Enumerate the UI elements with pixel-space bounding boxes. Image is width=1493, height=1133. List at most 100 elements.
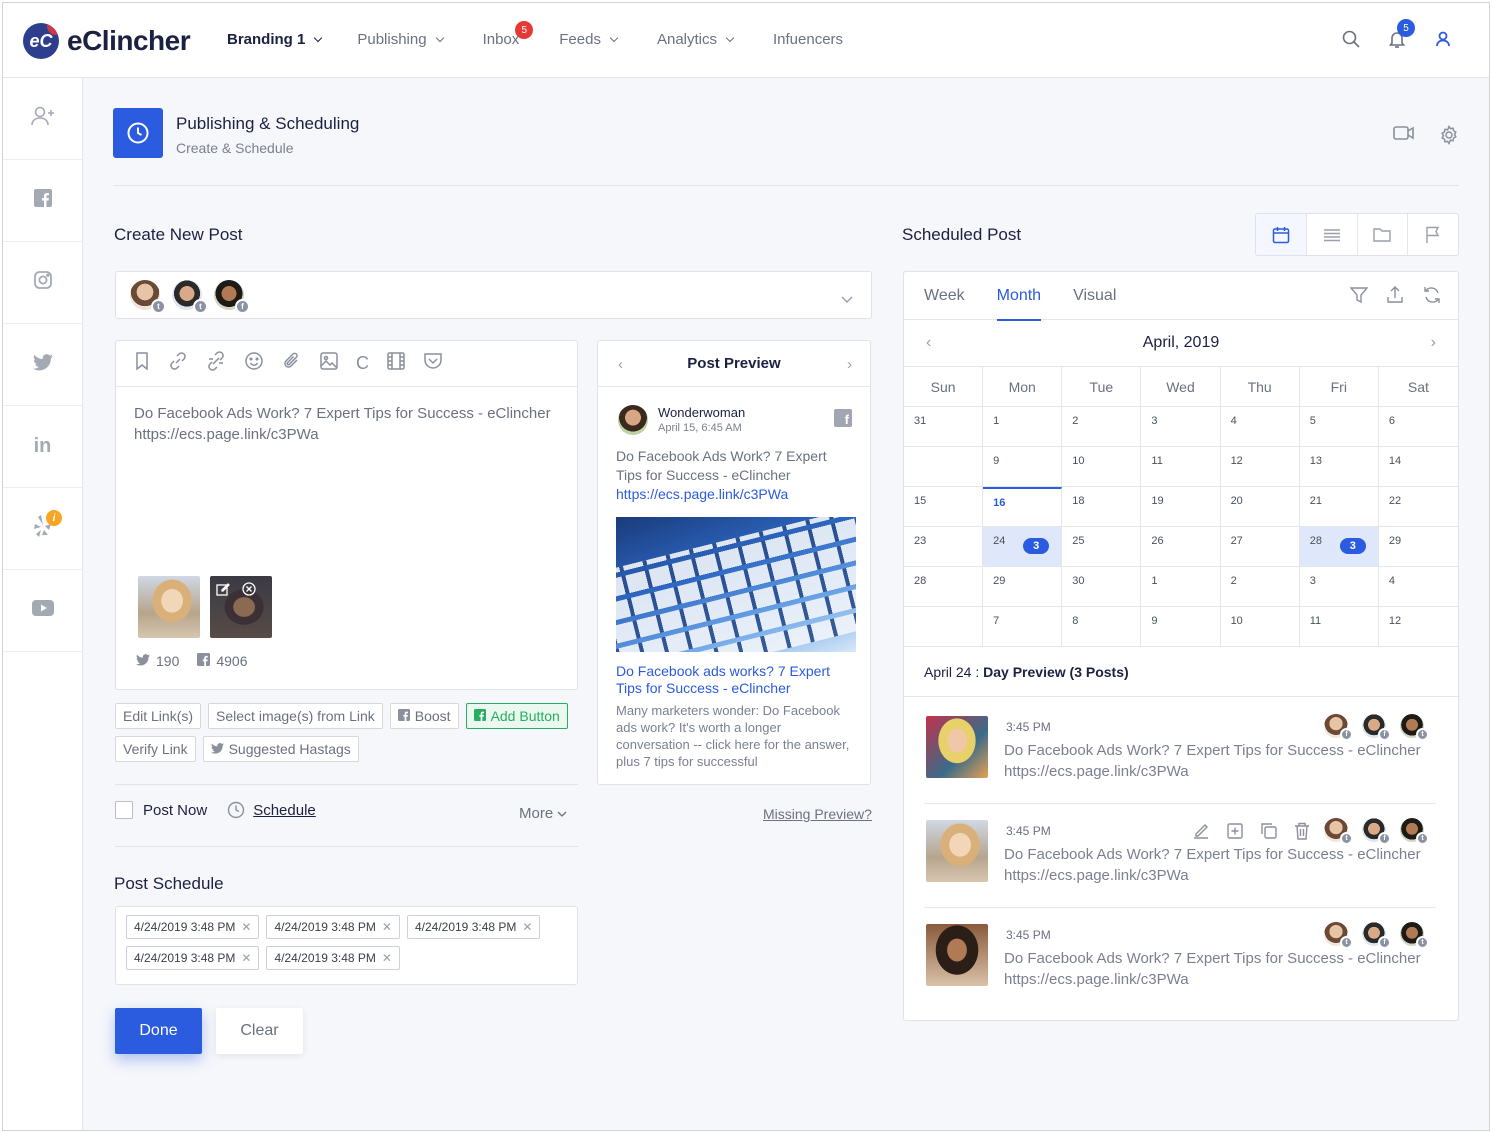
scheduled-post-item[interactable]: 3:45 PM Do Facebook Ads Work? 7 Expert Ti… <box>924 804 1436 908</box>
close-icon[interactable]: ✕ <box>241 920 251 934</box>
select-images-button[interactable]: Select image(s) from Link <box>208 703 383 729</box>
sidebar-twitter[interactable] <box>3 324 82 406</box>
sidebar-add-user[interactable] <box>3 78 82 160</box>
gif-film-icon[interactable] <box>387 352 405 375</box>
pocket-icon[interactable] <box>423 352 443 375</box>
avatar[interactable]: t <box>130 280 166 314</box>
calendar-day[interactable]: 15 <box>904 487 984 527</box>
remove-icon[interactable] <box>242 582 256 632</box>
calendar-day[interactable]: 10 <box>1062 447 1142 487</box>
add-icon[interactable] <box>1226 822 1244 845</box>
calendar-day[interactable]: 9 <box>983 447 1063 487</box>
calendar-day[interactable]: 21 <box>1299 487 1379 527</box>
calendar-day[interactable]: 12 <box>1220 447 1300 487</box>
chevron-left-icon[interactable]: ‹ <box>926 334 931 352</box>
close-icon[interactable]: ✕ <box>382 920 392 934</box>
calendar-day[interactable] <box>904 447 984 487</box>
schedule-chip[interactable]: 4/24/2019 3:48 PM ✕ <box>126 946 260 970</box>
calendar-day[interactable]: 2 <box>1062 407 1142 447</box>
account-selector[interactable]: t t f <box>115 271 872 319</box>
tab-month[interactable]: Month <box>996 287 1042 321</box>
preview-link[interactable]: https://ecs.page.link/c3PWa <box>616 486 788 502</box>
more-dropdown[interactable]: More <box>519 805 567 822</box>
refresh-icon[interactable] <box>1422 286 1442 309</box>
folder-icon[interactable] <box>1358 214 1409 255</box>
calendar-day[interactable]: 11 <box>1299 607 1379 647</box>
close-icon[interactable]: ✕ <box>522 920 532 934</box>
link-icon[interactable] <box>168 351 188 376</box>
workspace-selector[interactable]: Branding 1 <box>227 31 323 48</box>
calendar-day[interactable]: 18 <box>1062 487 1142 527</box>
calendar-day[interactable]: 13 <box>1299 447 1379 487</box>
verify-link-button[interactable]: Verify Link <box>115 736 196 762</box>
calendar-view-icon[interactable] <box>1256 214 1307 255</box>
post-count-badge[interactable]: 3 <box>1023 538 1050 554</box>
calendar-day[interactable]: 20 <box>1220 487 1300 527</box>
attachment-icon[interactable] <box>282 351 302 376</box>
calendar-day[interactable]: 27 <box>1220 527 1300 567</box>
chevron-right-icon[interactable]: › <box>1431 334 1436 352</box>
calendar-day[interactable]: 3 <box>1141 407 1221 447</box>
copy-icon[interactable] <box>1260 822 1278 845</box>
calendar-day[interactable]: 10 <box>1220 607 1300 647</box>
tab-week[interactable]: Week <box>924 287 965 305</box>
calendar-day[interactable]: 4 <box>1378 567 1458 607</box>
calendar-day[interactable]: 7 <box>983 607 1063 647</box>
export-icon[interactable] <box>1386 286 1404 309</box>
schedule-chip[interactable]: 4/24/2019 3:48 PM ✕ <box>406 915 541 939</box>
close-icon[interactable]: ✕ <box>241 951 251 965</box>
sidebar-youtube[interactable] <box>3 570 82 652</box>
done-button[interactable]: Done <box>115 1008 202 1054</box>
image-icon[interactable] <box>320 352 338 375</box>
nav-inbox[interactable]: Inbox 5 <box>483 21 534 48</box>
post-now-checkbox[interactable] <box>115 801 133 819</box>
shorten-link-icon[interactable] <box>206 351 226 376</box>
tab-visual[interactable]: Visual <box>1073 287 1116 305</box>
avatar[interactable]: f <box>214 280 250 314</box>
edit-icon[interactable] <box>1192 822 1210 845</box>
calendar-day[interactable]: 3 <box>1299 567 1379 607</box>
sidebar-yelp[interactable]: i <box>3 488 82 570</box>
calendar-day[interactable]: 16 <box>983 487 1063 527</box>
sidebar-linkedin[interactable]: in <box>3 406 82 488</box>
calendar-day[interactable]: 29 <box>983 567 1063 607</box>
post-text-input[interactable]: Do Facebook Ads Work? 7 Expert Tips for … <box>116 387 577 461</box>
calendar-day[interactable]: 1 <box>983 407 1063 447</box>
bookmark-icon[interactable] <box>134 352 150 375</box>
nav-analytics[interactable]: Analytics <box>657 31 735 48</box>
calendar-day[interactable]: 11 <box>1141 447 1221 487</box>
calendar-day[interactable] <box>904 607 984 647</box>
sidebar-facebook[interactable] <box>3 160 82 242</box>
search-icon[interactable] <box>1341 29 1361 49</box>
suggested-hashtags-button[interactable]: Suggested Hastags <box>202 736 359 762</box>
calendar-day[interactable]: 24 3 <box>983 527 1063 567</box>
schedule-chip[interactable]: 4/24/2019 3:48 PM ✕ <box>266 946 400 970</box>
logo[interactable]: eC eClincher <box>23 23 191 59</box>
scheduled-post-item[interactable]: 3:45 PM Do Facebook Ads Work? 7 Expert Ti… <box>924 700 1436 804</box>
boost-button[interactable]: Boost <box>389 703 459 729</box>
attached-image[interactable] <box>210 576 272 638</box>
calendar-day[interactable]: 5 <box>1299 407 1379 447</box>
schedule-dates[interactable]: 4/24/2019 3:48 PM ✕ 4/24/2019 3:48 PM ✕ 4/… <box>115 906 578 985</box>
chevron-left-icon[interactable]: ‹ <box>618 356 623 373</box>
calendar-day[interactable]: 25 <box>1062 527 1142 567</box>
calendar-day[interactable]: 1 <box>1141 567 1221 607</box>
emoji-icon[interactable] <box>244 351 264 376</box>
trash-icon[interactable] <box>1294 822 1310 845</box>
nav-influencers[interactable]: Infuencers <box>773 31 843 48</box>
calendar-day[interactable]: 4 <box>1220 407 1300 447</box>
edit-icon[interactable] <box>216 582 230 632</box>
post-count-badge[interactable]: 3 <box>1339 538 1366 554</box>
scheduled-post-item[interactable]: 3:45 PM Do Facebook Ads Work? 7 Expert Ti… <box>924 908 1436 1012</box>
add-button-button[interactable]: Add Button <box>465 703 568 729</box>
attached-image[interactable] <box>138 576 200 638</box>
flag-icon[interactable] <box>1408 214 1458 255</box>
canva-icon[interactable]: C <box>356 353 369 374</box>
chevron-right-icon[interactable]: › <box>847 356 852 373</box>
calendar-day[interactable]: 2 <box>1220 567 1300 607</box>
video-camera-icon[interactable] <box>1393 125 1415 150</box>
edit-links-button[interactable]: Edit Link(s) <box>115 703 202 729</box>
chevron-down-icon[interactable] <box>841 291 853 309</box>
calendar-day[interactable]: 12 <box>1378 607 1458 647</box>
calendar-day[interactable]: 28 3 <box>1299 527 1379 567</box>
